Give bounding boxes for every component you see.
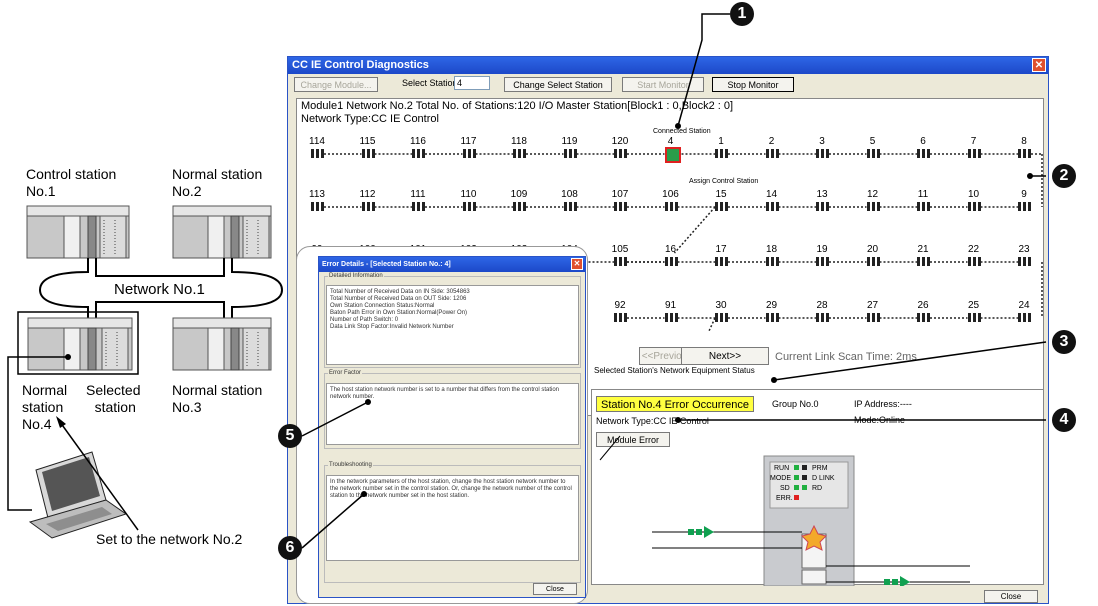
callout-1: 1	[730, 2, 754, 26]
callout-3: 3	[1052, 330, 1076, 354]
callout-leader-lines	[301, 13, 1047, 549]
callout-6: 6	[278, 536, 302, 560]
callout-5: 5	[278, 424, 302, 448]
callout-4: 4	[1052, 408, 1076, 432]
callout-2: 2	[1052, 164, 1076, 188]
